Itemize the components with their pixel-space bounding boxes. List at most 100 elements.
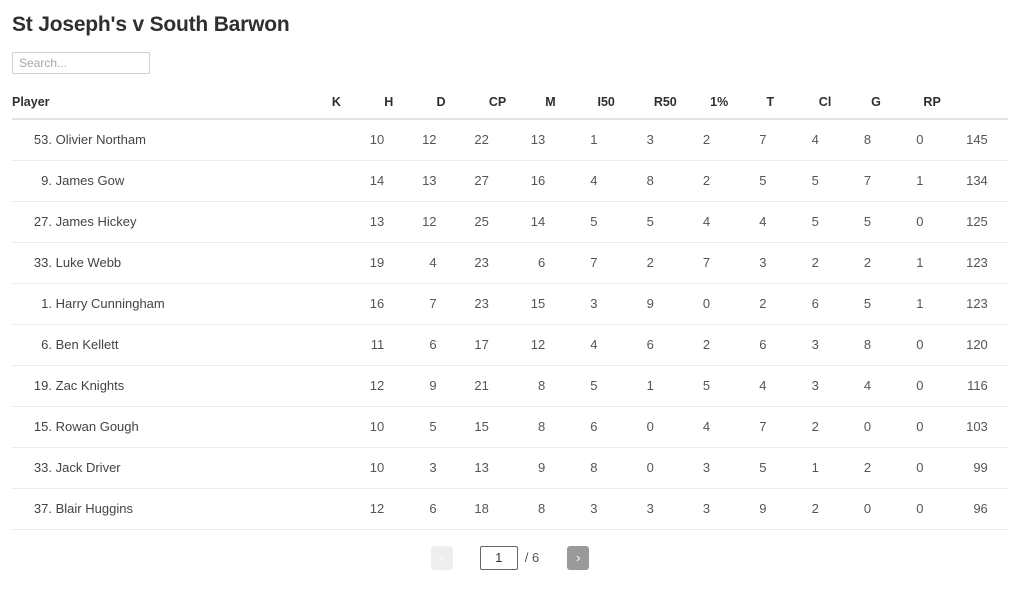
table-row[interactable]: 37. Blair Huggins 12 6 18 8 3 3 3 9 2 0 0 96 bbox=[12, 488, 1008, 530]
cell-k: 10 bbox=[331, 406, 385, 448]
cell-d: 13 bbox=[436, 447, 489, 489]
cell-g: 0 bbox=[871, 201, 924, 243]
cell-rp: 103 bbox=[923, 406, 988, 448]
previous-page-button[interactable]: ‹ bbox=[430, 545, 453, 570]
player-name: James Gow bbox=[55, 173, 125, 188]
cell-cl: 8 bbox=[818, 324, 872, 366]
table-header-row: Player K H D CP M I50 R50 1% T Cl G RP bbox=[12, 95, 1008, 120]
column-header-g[interactable]: G bbox=[871, 95, 924, 120]
cell-d: 17 bbox=[436, 324, 489, 366]
cell-r50: 2 bbox=[653, 119, 711, 161]
cell-g: 0 bbox=[871, 324, 924, 366]
search-input[interactable] bbox=[12, 52, 150, 74]
cell-cp: 12 bbox=[488, 324, 546, 366]
cell-cl: 0 bbox=[818, 406, 872, 448]
cell-rp: 145 bbox=[923, 119, 988, 161]
cell-player: 9. James Gow bbox=[12, 160, 332, 202]
cell-cp: 16 bbox=[488, 160, 546, 202]
cell-m: 8 bbox=[545, 447, 598, 489]
player-name: Harry Cunningham bbox=[55, 296, 165, 311]
table-row[interactable]: 1. Harry Cunningham 16 7 23 15 3 9 0 2 6 5 1 123 bbox=[12, 283, 1008, 325]
cell-m: 7 bbox=[545, 242, 598, 284]
cell-rp: 125 bbox=[923, 201, 988, 243]
cell-d: 23 bbox=[436, 283, 489, 325]
cell-h: 12 bbox=[384, 119, 437, 161]
cell-h: 9 bbox=[384, 365, 437, 407]
page-number-input[interactable] bbox=[479, 545, 518, 570]
page-title: St Joseph's v South Barwon bbox=[12, 13, 290, 36]
cell-i50: 0 bbox=[597, 447, 654, 489]
column-header-onepct[interactable]: 1% bbox=[710, 95, 767, 120]
cell-k: 12 bbox=[331, 488, 385, 530]
player-name: James Hickey bbox=[55, 214, 137, 229]
cell-t: 2 bbox=[766, 406, 819, 448]
cell-g: 0 bbox=[871, 488, 924, 530]
cell-k: 19 bbox=[331, 242, 385, 284]
table-row[interactable]: 33. Jack Driver 10 3 13 9 8 0 3 5 1 2 0 99 bbox=[12, 447, 1008, 489]
column-header-m[interactable]: M bbox=[545, 95, 598, 120]
cell-cp: 8 bbox=[488, 488, 546, 530]
column-header-d[interactable]: D bbox=[436, 95, 489, 120]
total-pages-label: / 6 bbox=[524, 550, 540, 565]
player-name: Ben Kellett bbox=[55, 337, 119, 352]
cell-i50: 9 bbox=[597, 283, 654, 325]
cell-d: 25 bbox=[436, 201, 489, 243]
column-header-k[interactable]: K bbox=[331, 95, 385, 120]
cell-spacer bbox=[987, 324, 1008, 366]
cell-k: 11 bbox=[331, 324, 385, 366]
cell-h: 13 bbox=[384, 160, 437, 202]
cell-cp: 13 bbox=[488, 119, 546, 161]
column-header-cl[interactable]: Cl bbox=[818, 95, 872, 120]
cell-player: 1. Harry Cunningham bbox=[12, 283, 332, 325]
cell-player: 33. Luke Webb bbox=[12, 242, 332, 284]
cell-i50: 3 bbox=[597, 119, 654, 161]
cell-cp: 9 bbox=[488, 447, 546, 489]
player-number: 1. bbox=[41, 296, 52, 311]
cell-d: 18 bbox=[436, 488, 489, 530]
cell-player: 37. Blair Huggins bbox=[12, 488, 332, 530]
column-header-i50[interactable]: I50 bbox=[597, 95, 654, 120]
cell-cl: 0 bbox=[818, 488, 872, 530]
column-header-h[interactable]: H bbox=[384, 95, 437, 120]
search-container bbox=[12, 52, 1008, 74]
cell-g: 1 bbox=[871, 283, 924, 325]
table-row[interactable]: 15. Rowan Gough 10 5 15 8 6 0 4 7 2 0 0 103 bbox=[12, 406, 1008, 448]
table-row[interactable]: 27. James Hickey 13 12 25 14 5 5 4 4 5 5 0 125 bbox=[12, 201, 1008, 243]
cell-player: 33. Jack Driver bbox=[12, 447, 332, 489]
player-name: Zac Knights bbox=[55, 378, 125, 393]
column-header-player[interactable]: Player bbox=[12, 95, 332, 120]
column-header-rp[interactable]: RP bbox=[923, 95, 988, 120]
cell-rp: 116 bbox=[923, 365, 988, 407]
cell-t: 5 bbox=[766, 160, 819, 202]
column-header-cp[interactable]: CP bbox=[488, 95, 546, 120]
cell-r50: 3 bbox=[653, 447, 711, 489]
table-row[interactable]: 19. Zac Knights 12 9 21 8 5 1 5 4 3 4 0 116 bbox=[12, 365, 1008, 407]
cell-player: 6. Ben Kellett bbox=[12, 324, 332, 366]
cell-onepct: 3 bbox=[710, 242, 767, 284]
cell-player: 53. Olivier Northam bbox=[12, 119, 332, 161]
column-header-t[interactable]: T bbox=[766, 95, 819, 120]
table-row[interactable]: 33. Luke Webb 19 4 23 6 7 2 7 3 2 2 1 123 bbox=[12, 242, 1008, 284]
cell-r50: 3 bbox=[653, 488, 711, 530]
cell-h: 3 bbox=[384, 447, 437, 489]
cell-player: 15. Rowan Gough bbox=[12, 406, 332, 448]
next-page-button[interactable]: › bbox=[567, 545, 590, 570]
cell-g: 0 bbox=[871, 406, 924, 448]
table-row[interactable]: 9. James Gow 14 13 27 16 4 8 2 5 5 7 1 134 bbox=[12, 160, 1008, 202]
cell-cl: 2 bbox=[818, 447, 872, 489]
column-header-r50[interactable]: R50 bbox=[653, 95, 711, 120]
cell-t: 3 bbox=[766, 324, 819, 366]
cell-onepct: 7 bbox=[710, 119, 767, 161]
cell-spacer bbox=[987, 447, 1008, 489]
cell-onepct: 2 bbox=[710, 283, 767, 325]
cell-cl: 8 bbox=[818, 119, 872, 161]
table-row[interactable]: 53. Olivier Northam 10 12 22 13 1 3 2 7 4 8 0 145 bbox=[12, 119, 1008, 161]
cell-cl: 2 bbox=[818, 242, 872, 284]
cell-player: 27. James Hickey bbox=[12, 201, 332, 243]
cell-rp: 96 bbox=[923, 488, 988, 530]
cell-i50: 8 bbox=[597, 160, 654, 202]
table-row[interactable]: 6. Ben Kellett 11 6 17 12 4 6 2 6 3 8 0 120 bbox=[12, 324, 1008, 366]
cell-i50: 0 bbox=[597, 406, 654, 448]
cell-spacer bbox=[987, 242, 1008, 284]
player-number: 27. bbox=[33, 214, 52, 229]
